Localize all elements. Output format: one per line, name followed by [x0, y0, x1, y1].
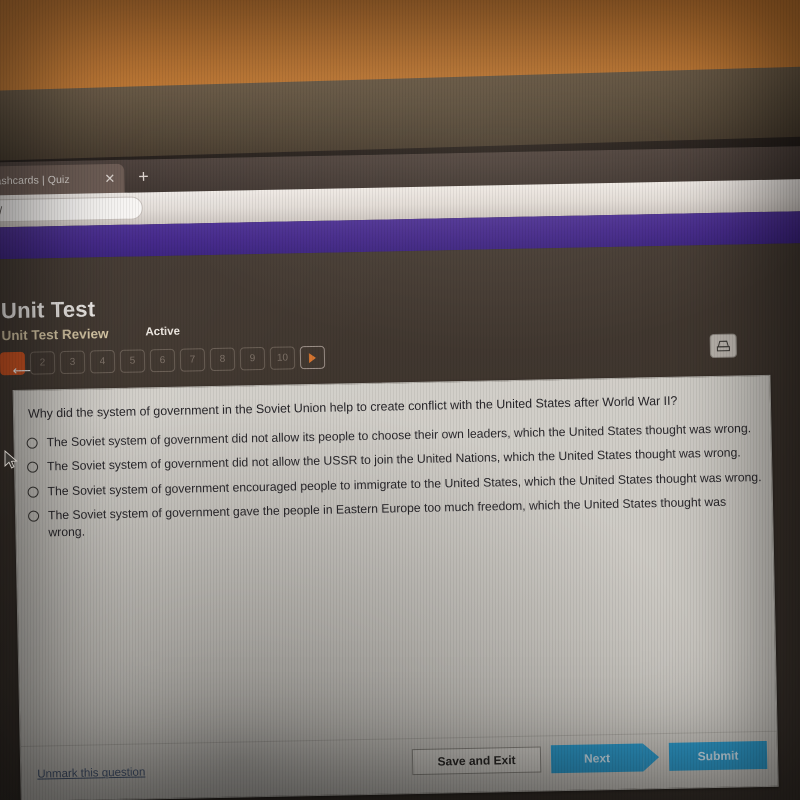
next-button[interactable]: Next: [550, 743, 660, 774]
answer-option[interactable]: The Soviet system of government gave the…: [27, 493, 769, 543]
nav-question-3[interactable]: 3: [59, 350, 86, 375]
monitor-photo: War Flashcards | Quiz ✕ + Player/ Unit T…: [0, 0, 800, 800]
answer-options-list: The Soviet system of government did not …: [26, 420, 768, 549]
nav-question-6[interactable]: 6: [149, 348, 176, 373]
url-input[interactable]: Player/: [0, 196, 144, 224]
radio-button-icon[interactable]: [27, 461, 39, 474]
close-icon[interactable]: ✕: [101, 171, 118, 186]
nav-question-7[interactable]: 7: [179, 348, 206, 372]
nav-question-5[interactable]: 5: [119, 349, 146, 373]
print-button[interactable]: [709, 333, 738, 359]
nav-forward-button[interactable]: [299, 345, 326, 370]
browser-tab[interactable]: War Flashcards | Quiz ✕: [0, 163, 125, 197]
nav-back-button[interactable]: ⟵: [0, 351, 31, 378]
nav-question-2[interactable]: 2: [29, 351, 56, 375]
nav-question-9[interactable]: 9: [239, 346, 266, 371]
screen-area: War Flashcards | Quiz ✕ + Player/ Unit T…: [0, 145, 800, 800]
answer-option-label: The Soviet system of government gave the…: [47, 494, 727, 540]
save-and-exit-button[interactable]: Save and Exit: [411, 746, 542, 776]
printer-icon: [716, 340, 730, 351]
question-card: Why did the system of government in the …: [12, 374, 779, 800]
question-text: Why did the system of government in the …: [27, 393, 678, 421]
page-title: Unit Test: [0, 296, 96, 324]
radio-button-icon[interactable]: [27, 510, 40, 522]
status-badge: Active: [145, 325, 181, 339]
unmark-question-link[interactable]: Unmark this question: [37, 766, 145, 780]
nav-question-4[interactable]: 4: [89, 349, 116, 374]
page-subtitle: Unit Test Review: [1, 326, 109, 344]
forward-arrow-icon: [308, 352, 317, 363]
browser-tab-title: War Flashcards | Quiz: [0, 173, 70, 188]
nav-question-10[interactable]: 10: [269, 346, 296, 370]
plus-icon[interactable]: +: [138, 166, 149, 186]
radio-button-icon[interactable]: [27, 486, 39, 498]
radio-button-icon[interactable]: [26, 437, 38, 449]
nav-question-8[interactable]: 8: [209, 347, 236, 372]
url-text: Player/: [0, 204, 3, 218]
submit-button[interactable]: Submit: [668, 740, 768, 771]
footer-button-row: Save and Exit Next Submit: [411, 740, 768, 776]
next-button-label: Next: [550, 743, 644, 774]
next-arrow-icon: [642, 743, 660, 772]
mouse-cursor-icon: [4, 450, 18, 469]
